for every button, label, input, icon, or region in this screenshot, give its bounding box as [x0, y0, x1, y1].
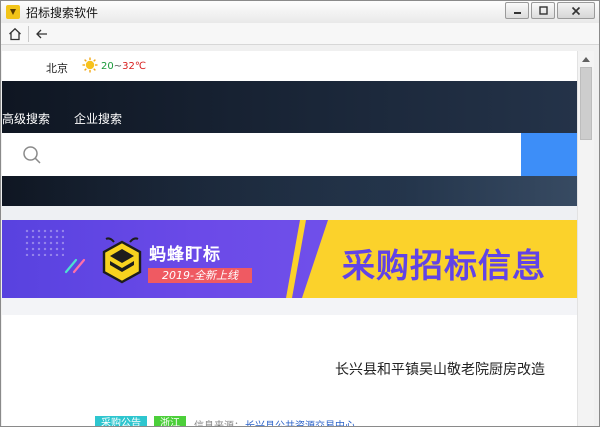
toolbar-divider	[28, 25, 29, 42]
temp-separator: ~	[113, 61, 123, 72]
promo-banner[interactable]: 蚂蜂盯标 2019-全新上线 采购招标信息	[2, 220, 577, 298]
minimize-button[interactable]	[505, 2, 529, 19]
listing-title[interactable]: 长兴县和平镇吴山敬老院厨房改造	[335, 359, 545, 379]
search-hero: 高级搜索 企业搜索	[2, 81, 577, 206]
browser-toolbar	[1, 23, 599, 45]
search-input[interactable]	[50, 143, 500, 165]
listing-section: 长兴县和平镇吴山敬老院厨房改造 采购公告 浙江 信息来源： 长兴县公共资源交易中…	[2, 298, 577, 427]
temp-low: 20	[101, 61, 114, 72]
vertical-scrollbar[interactable]	[577, 51, 594, 426]
window-title: 招标搜索软件	[26, 5, 99, 20]
temp-high: 32℃	[122, 61, 147, 72]
listing-type-badge: 采购公告	[95, 416, 147, 426]
search-tabs: 高级搜索 企业搜索	[2, 110, 122, 127]
search-button[interactable]	[521, 133, 577, 176]
listing-card[interactable]: 长兴县和平镇吴山敬老院厨房改造 采购公告 浙江 信息来源： 长兴县公共资源交易中…	[2, 315, 577, 427]
scroll-up-icon[interactable]	[578, 51, 594, 66]
sun-icon	[82, 57, 98, 73]
hero-background	[2, 176, 577, 206]
scrollbar-thumb[interactable]	[580, 67, 592, 140]
banner-brand: 蚂蜂盯标	[149, 245, 221, 265]
search-icon	[23, 146, 41, 164]
section-divider	[2, 206, 577, 220]
listing-source-label: 信息来源：	[194, 421, 244, 427]
tab-advanced-search[interactable]: 高级搜索	[2, 110, 50, 127]
listing-region-badge: 浙江	[154, 416, 186, 426]
weather-bar: 北京 20~32℃	[2, 51, 577, 81]
bee-logo-icon	[102, 237, 142, 284]
web-content: 北京 20~32℃ 高级搜索 企业搜索 蚂蜂盯标 2019-全新上线 采购招标信…	[2, 51, 577, 427]
tab-company-search[interactable]: 企业搜索	[74, 110, 122, 127]
app-logo-icon	[6, 5, 20, 19]
weather-city: 北京	[46, 62, 68, 75]
close-button[interactable]	[557, 2, 595, 19]
window-right-border	[594, 45, 599, 426]
banner-headline: 采购招标信息	[342, 246, 546, 285]
weather-temperature: 20~32℃	[101, 61, 146, 72]
banner-dots-decoration	[24, 228, 64, 256]
banner-tagline: 2019-全新上线	[148, 268, 252, 283]
listing-source-link[interactable]: 长兴县公共资源交易中心	[245, 417, 355, 426]
home-icon[interactable]	[5, 24, 25, 44]
maximize-button[interactable]	[531, 2, 555, 19]
back-arrow-icon[interactable]	[32, 24, 52, 44]
search-box	[2, 133, 521, 176]
title-bar: 招标搜索软件	[1, 1, 599, 23]
banner-swoosh-decoration	[64, 258, 86, 274]
app-window: 招标搜索软件 北京 20~32℃ 高级搜索 企业搜索 蚂蜂盯标 2019-全新上…	[0, 0, 600, 427]
